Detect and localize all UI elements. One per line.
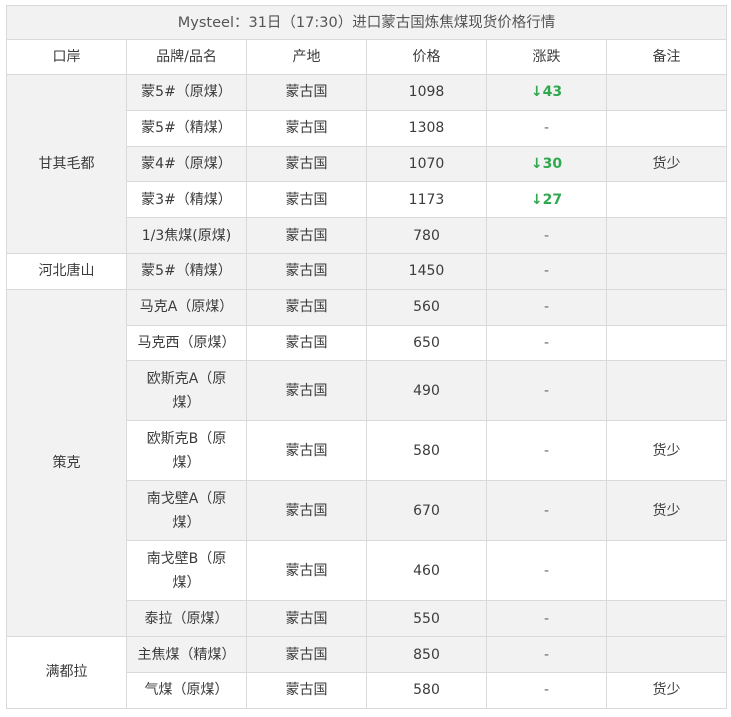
origin-cell: 蒙古国 [246, 671, 367, 709]
origin-cell: 蒙古国 [246, 145, 367, 183]
table-title: Mysteel：31日（17:30）进口蒙古国炼焦煤现货价格行情 [6, 5, 727, 40]
price-cell: 580 [366, 420, 487, 482]
note-cell: 货少 [606, 480, 727, 542]
port-cell: 甘其毛都 [6, 74, 127, 254]
price-cell: 560 [366, 288, 487, 326]
brand-cell: 马克A（原煤） [126, 288, 247, 326]
change-cell: - [486, 480, 607, 542]
brand-cell: 南戈壁B（原煤） [126, 540, 247, 602]
brand-cell: 泰拉（原煤） [126, 600, 247, 638]
column-header-brand: 品牌/品名 [126, 39, 247, 75]
origin-cell: 蒙古国 [246, 288, 367, 326]
change-cell: - [486, 671, 607, 709]
origin-cell: 蒙古国 [246, 181, 367, 219]
brand-cell: 马克西（原煤） [126, 324, 247, 362]
note-cell [606, 109, 727, 147]
origin-cell: 蒙古国 [246, 360, 367, 422]
column-header-price: 价格 [366, 39, 487, 75]
brand-cell: 南戈壁A（原煤） [126, 480, 247, 542]
note-cell [606, 252, 727, 290]
table-row: 满都拉 主焦煤（精煤） 蒙古国 850- [6, 636, 727, 709]
note-cell: 货少 [606, 420, 727, 482]
column-header-port: 口岸 [6, 39, 127, 75]
port-cell: 满都拉 [6, 636, 127, 709]
origin-cell: 蒙古国 [246, 600, 367, 638]
change-cell: - [486, 636, 607, 673]
table-row: 策克 马克A（原煤） 蒙古国 560- [6, 288, 727, 638]
origin-cell: 蒙古国 [246, 540, 367, 602]
change-cell: ↓27 [486, 181, 607, 219]
price-cell: 780 [366, 217, 487, 254]
price-cell: 490 [366, 360, 487, 422]
origin-cell: 蒙古国 [246, 74, 367, 111]
note-cell [606, 74, 727, 111]
brand-cell: 蒙5#（精煤） [126, 109, 247, 147]
price-cell: 650 [366, 324, 487, 362]
origin-cell: 蒙古国 [246, 252, 367, 290]
origin-cell: 蒙古国 [246, 109, 367, 147]
note-cell [606, 600, 727, 638]
price-cell: 580 [366, 671, 487, 709]
change-cell: - [486, 420, 607, 482]
origin-cell: 蒙古国 [246, 420, 367, 482]
brand-cell: 蒙4#（原煤） [126, 145, 247, 183]
change-cell: - [486, 600, 607, 638]
origin-cell: 蒙古国 [246, 217, 367, 254]
column-header-origin: 产地 [246, 39, 367, 75]
change-cell: ↓30 [486, 145, 607, 183]
column-header-change: 涨跌 [486, 39, 607, 75]
price-cell: 1098 [366, 74, 487, 111]
note-cell [606, 217, 727, 254]
price-cell: 1450 [366, 252, 487, 290]
price-cell: 1173 [366, 181, 487, 219]
port-cell: 河北唐山 [6, 252, 127, 290]
price-cell: 550 [366, 600, 487, 638]
brand-cell: 蒙5#（原煤） [126, 74, 247, 111]
origin-cell: 蒙古国 [246, 636, 367, 673]
change-cell: - [486, 540, 607, 602]
price-table: Mysteel：31日（17:30）进口蒙古国炼焦煤现货价格行情 口岸 品牌/品… [6, 5, 727, 709]
change-cell: - [486, 217, 607, 254]
change-cell: ↓43 [486, 74, 607, 111]
brand-cell: 蒙3#（精煤） [126, 181, 247, 219]
change-cell: - [486, 324, 607, 362]
price-cell: 1070 [366, 145, 487, 183]
note-cell: 货少 [606, 145, 727, 183]
note-cell [606, 181, 727, 219]
price-cell: 460 [366, 540, 487, 602]
change-cell: - [486, 288, 607, 326]
price-cell: 1308 [366, 109, 487, 147]
note-cell [606, 540, 727, 602]
note-cell: 货少 [606, 671, 727, 709]
origin-cell: 蒙古国 [246, 480, 367, 542]
price-cell: 670 [366, 480, 487, 542]
note-cell [606, 324, 727, 362]
brand-cell: 欧斯克A（原煤） [126, 360, 247, 422]
change-cell: - [486, 252, 607, 290]
column-header-note: 备注 [606, 39, 727, 75]
origin-cell: 蒙古国 [246, 324, 367, 362]
brand-cell: 蒙5#（精煤） [126, 252, 247, 290]
change-cell: - [486, 109, 607, 147]
brand-cell: 欧斯克B（原煤） [126, 420, 247, 482]
table-header-row: 口岸 品牌/品名 产地 价格 涨跌 备注 [6, 39, 727, 75]
table-row: 河北唐山 蒙5#（精煤） 蒙古国 1450- [6, 252, 727, 290]
change-cell: - [486, 360, 607, 422]
table-row: 甘其毛都 蒙5#（原煤） 蒙古国 1098 ↓43 [6, 74, 727, 254]
brand-cell: 气煤（原煤） [126, 671, 247, 709]
table-title-row: Mysteel：31日（17:30）进口蒙古国炼焦煤现货价格行情 [6, 5, 727, 40]
port-cell: 策克 [6, 288, 127, 638]
note-cell [606, 636, 727, 673]
brand-cell: 主焦煤（精煤） [126, 636, 247, 673]
brand-cell: 1/3焦煤(原煤) [126, 217, 247, 254]
note-cell [606, 360, 727, 422]
price-cell: 850 [366, 636, 487, 673]
note-cell [606, 288, 727, 326]
